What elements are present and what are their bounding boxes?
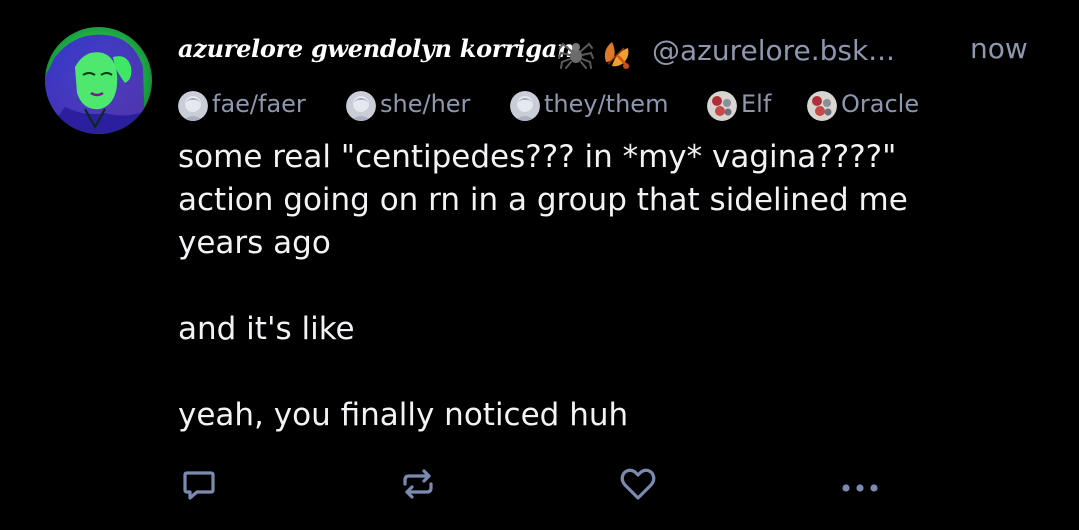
pronoun-label-icon [346,91,376,121]
display-name[interactable]: azurelore gwendolyn korrigan [178,34,574,63]
reply-icon [183,471,215,500]
floral-label-icon [807,91,837,121]
label-text: Oracle [841,90,920,118]
like-button[interactable] [614,460,662,508]
author-handle[interactable]: @azurelore.bsk... [652,34,895,67]
spider-emoji-icon [558,36,594,72]
label-text: she/her [380,90,471,118]
more-dots-icon [842,484,878,492]
avatar-image [45,27,152,134]
repost-button[interactable] [394,460,442,508]
avatar[interactable] [45,27,152,134]
more-options-button[interactable] [836,460,884,508]
heart-icon [620,468,656,500]
label-text: Elf [741,90,772,118]
post-timestamp[interactable]: now [970,32,1028,65]
reply-button[interactable] [175,460,223,508]
pronoun-label-icon [510,91,540,121]
post-text: some real "centipedes??? in *my* vagina?… [178,139,908,433]
post-card[interactable]: azurelore gwendolyn korrigan @azurelore.… [0,0,1079,530]
floral-label-icon [707,91,737,121]
label-text: they/them [544,90,669,118]
repost-icon [403,469,433,499]
post-header: azurelore gwendolyn korrigan @azurelore.… [178,30,1058,74]
label-text: fae/faer [212,90,306,118]
autumn-leaves-emoji-icon [598,36,634,72]
post-actions [0,460,1079,510]
pronoun-label-icon [178,91,208,121]
